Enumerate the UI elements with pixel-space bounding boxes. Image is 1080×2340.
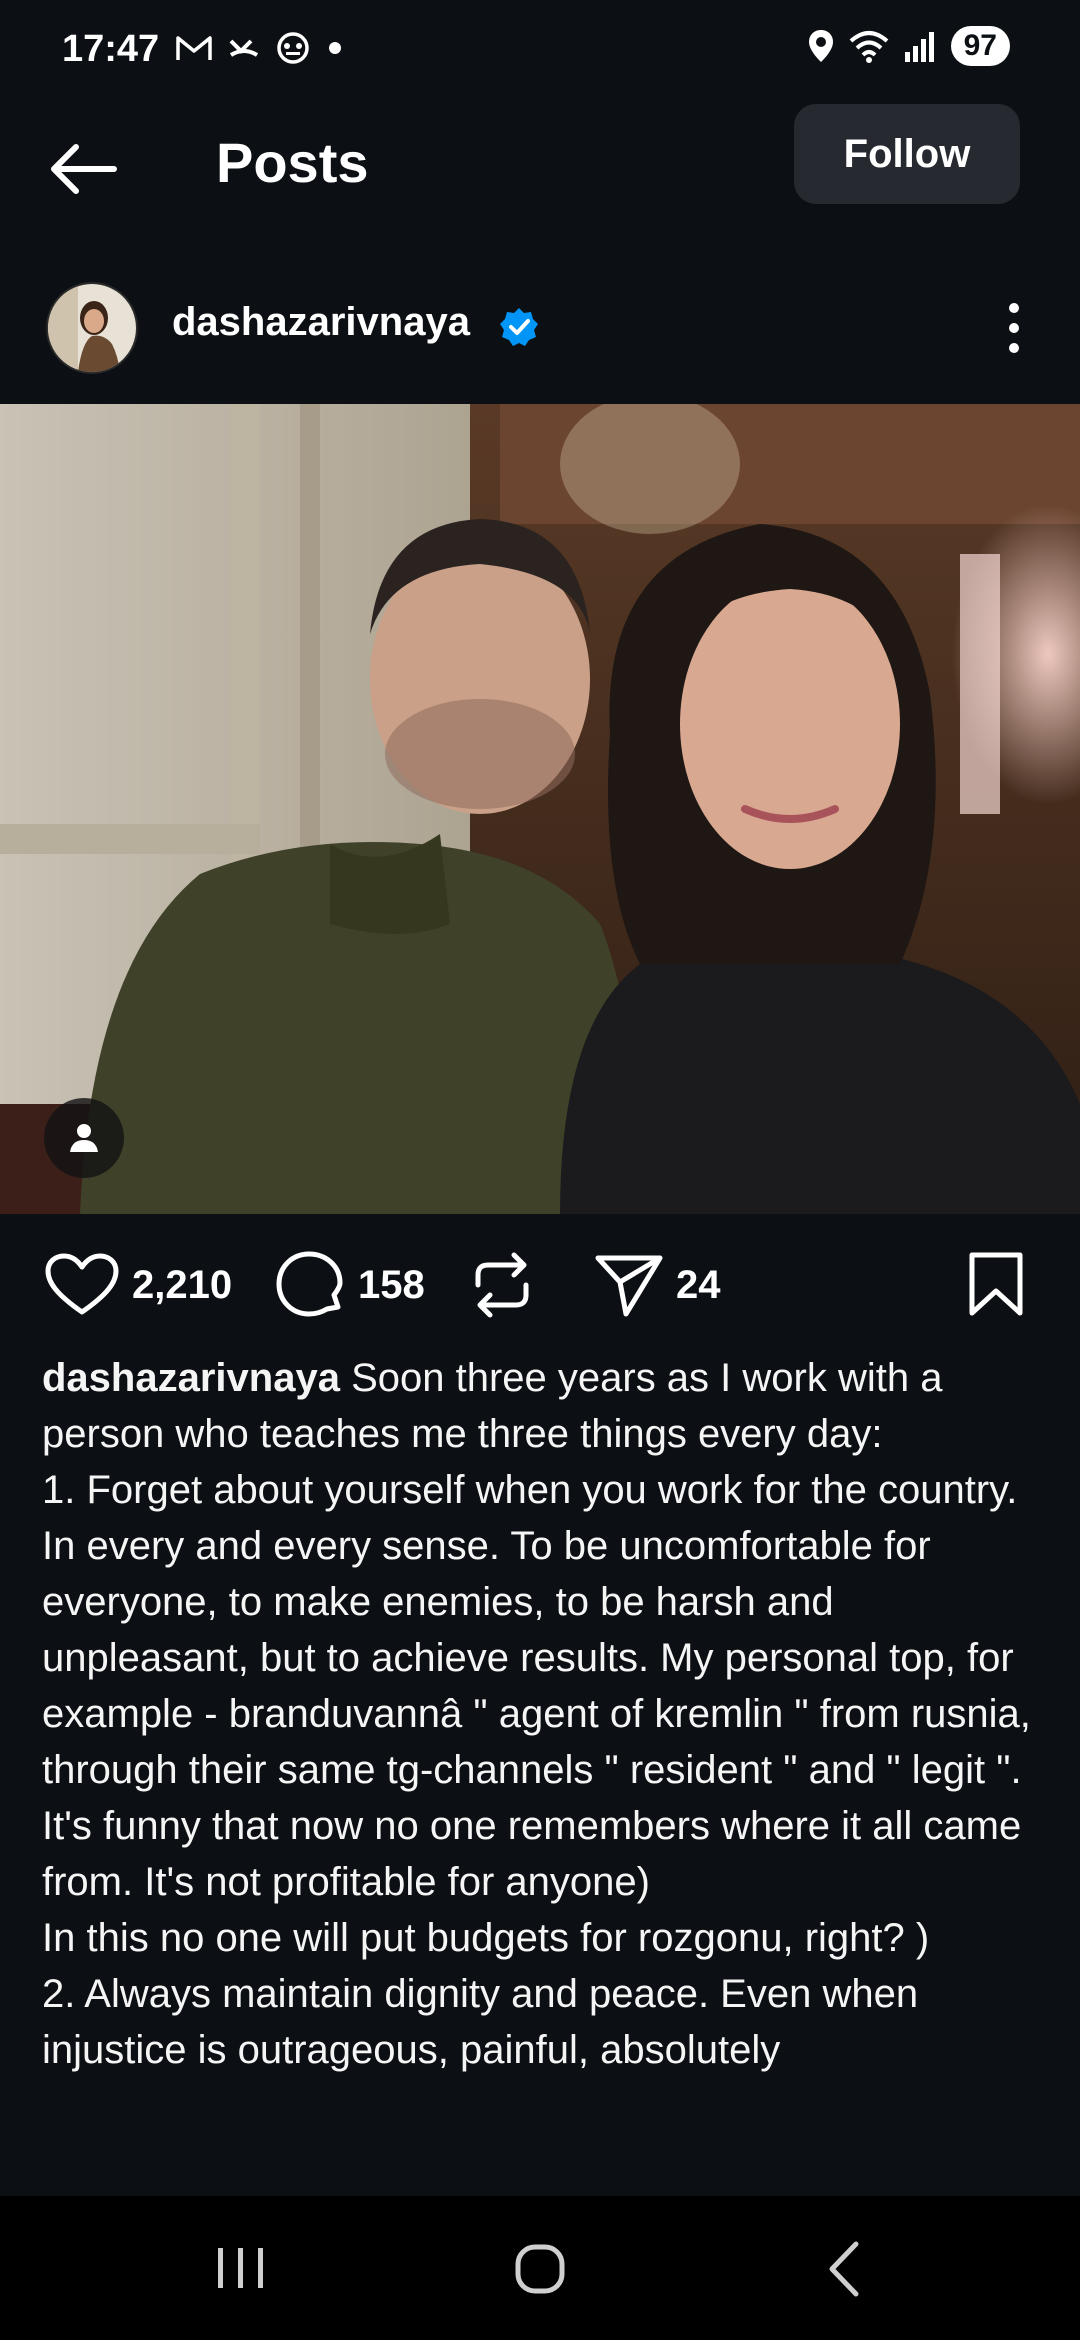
gmail-icon: [176, 36, 212, 60]
post-action-bar: 2,210 158 24: [0, 1240, 1080, 1330]
post-image[interactable]: [0, 404, 1080, 1214]
missed-call-icon: [229, 39, 259, 57]
page-title: Posts: [216, 131, 369, 194]
caption-text: Soon three years as I work with a person…: [42, 1356, 1031, 2072]
share-count[interactable]: 24: [676, 1263, 721, 1308]
share-button[interactable]: 24: [594, 1240, 721, 1330]
bookmark-icon: [969, 1252, 1023, 1316]
post-caption: dashazarivnaya Soon three years as I wor…: [42, 1350, 1042, 2078]
wifi-icon: [849, 31, 888, 63]
battery-indicator: 97: [950, 26, 1010, 66]
dot-icon: [329, 42, 341, 54]
recent-apps-button[interactable]: [200, 2236, 280, 2302]
comment-button[interactable]: 158: [274, 1240, 425, 1330]
notification-icons: [175, 30, 345, 66]
caption-username[interactable]: dashazarivnaya: [42, 1356, 340, 1400]
repost-button[interactable]: [470, 1240, 534, 1330]
post-username[interactable]: dashazarivnaya: [172, 300, 470, 345]
avatar[interactable]: [46, 282, 138, 374]
system-back-button[interactable]: [804, 2236, 884, 2302]
system-navigation-bar: [0, 2196, 1080, 2340]
heart-icon: [45, 1253, 119, 1315]
more-options-button[interactable]: [996, 300, 1032, 356]
tagged-people-button[interactable]: [44, 1098, 124, 1178]
location-icon: [808, 30, 833, 62]
home-button[interactable]: [500, 2236, 580, 2302]
status-time: 17:47: [62, 28, 160, 70]
game-controller-icon: [277, 32, 309, 64]
save-button[interactable]: [966, 1240, 1026, 1330]
back-button[interactable]: [44, 136, 124, 202]
recent-apps-icon: [218, 2248, 263, 2288]
profile-photo: [48, 284, 136, 372]
post-header: dashazarivnaya: [0, 270, 1080, 386]
home-circle-icon: [515, 2244, 565, 2294]
more-vertical-icon: [1009, 303, 1019, 353]
status-bar: 17:47 97: [0, 0, 1080, 100]
person-icon: [70, 1124, 98, 1152]
verified-badge-icon: [500, 308, 538, 346]
like-button[interactable]: 2,210: [44, 1240, 232, 1330]
signal-icon: [904, 32, 934, 62]
like-count[interactable]: 2,210: [132, 1263, 232, 1308]
top-app-bar: Posts Follow: [0, 100, 1080, 230]
arrow-left-icon: [51, 144, 117, 194]
comment-count[interactable]: 158: [358, 1263, 425, 1308]
repost-icon: [475, 1252, 529, 1318]
chevron-left-icon: [829, 2241, 859, 2297]
follow-button[interactable]: Follow: [794, 104, 1020, 204]
comment-icon: [276, 1251, 343, 1317]
system-status-icons: 97: [807, 26, 1010, 66]
post-photo: [0, 404, 1080, 1214]
send-icon: [595, 1255, 663, 1317]
